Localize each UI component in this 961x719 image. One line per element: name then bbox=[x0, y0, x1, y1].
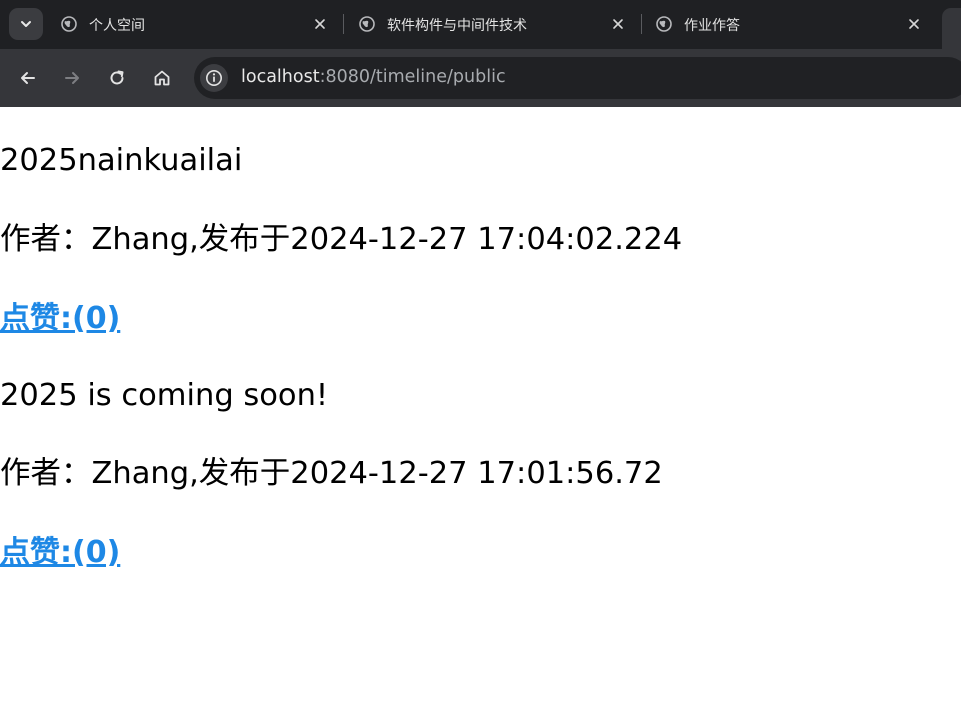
url-text[interactable]: localhost:8080/timeline/public bbox=[241, 67, 506, 87]
home-button[interactable] bbox=[148, 64, 176, 92]
tab-search-button[interactable] bbox=[9, 8, 43, 40]
tab-title: 个人空间 bbox=[89, 18, 145, 34]
tab-2[interactable]: 软件构件与中间件技术 bbox=[349, 8, 639, 40]
tab-title: 作业作答 bbox=[684, 18, 740, 34]
browser-toolbar: localhost:8080/timeline/public bbox=[0, 49, 961, 107]
close-icon[interactable] bbox=[611, 17, 625, 31]
reload-button[interactable] bbox=[103, 64, 131, 92]
globe-icon bbox=[656, 16, 672, 32]
reload-icon bbox=[110, 70, 124, 85]
forward-button[interactable] bbox=[58, 64, 86, 92]
page-content: 2025nainkuailai 作者：Zhang,发布于2024-12-27 1… bbox=[0, 108, 961, 719]
close-icon[interactable] bbox=[907, 17, 921, 31]
tab-1[interactable]: 个人空间 bbox=[51, 8, 341, 40]
post-title: 2025nainkuailai bbox=[0, 143, 243, 178]
site-info-icon bbox=[206, 70, 222, 86]
tab-3[interactable]: 作业作答 bbox=[646, 8, 936, 40]
globe-icon bbox=[61, 16, 77, 32]
globe-icon bbox=[359, 16, 375, 32]
close-icon[interactable] bbox=[313, 17, 327, 31]
home-icon bbox=[154, 70, 170, 86]
tab-active-partial[interactable] bbox=[942, 8, 961, 49]
tab-separator bbox=[343, 14, 344, 34]
forward-icon bbox=[65, 72, 79, 84]
post-meta: 作者：Zhang,发布于2024-12-27 17:04:02.224 bbox=[0, 222, 683, 257]
like-link[interactable]: 点赞:(0) bbox=[0, 304, 120, 334]
site-info-button[interactable] bbox=[200, 64, 228, 92]
post-meta: 作者：Zhang,发布于2024-12-27 17:01:56.72 bbox=[0, 456, 663, 491]
back-icon bbox=[21, 72, 35, 84]
address-bar[interactable]: localhost:8080/timeline/public bbox=[194, 57, 961, 99]
tab-separator bbox=[641, 14, 642, 34]
like-link[interactable]: 点赞:(0) bbox=[0, 538, 120, 568]
chevron-down-icon bbox=[21, 21, 31, 27]
tab-strip: 个人空间 软件构件与中间件技术 作业作答 bbox=[0, 0, 961, 49]
back-button[interactable] bbox=[14, 64, 42, 92]
tab-title: 软件构件与中间件技术 bbox=[387, 18, 527, 34]
url-path: :8080/timeline/public bbox=[319, 67, 506, 87]
url-host: localhost bbox=[241, 67, 320, 87]
post-title: 2025 is coming soon! bbox=[0, 378, 329, 413]
